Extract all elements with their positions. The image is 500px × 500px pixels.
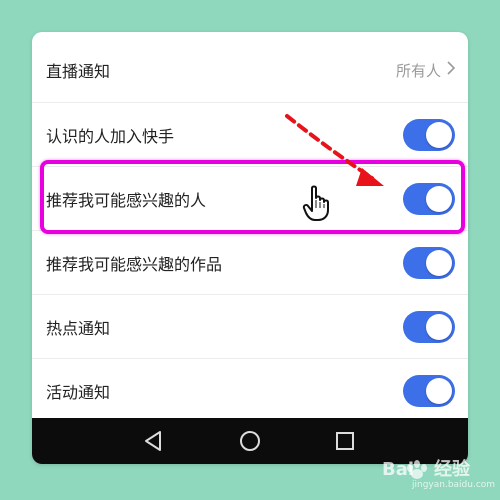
row-label: 热点通知: [46, 318, 111, 338]
row-label: 推荐我可能感兴趣的人: [46, 190, 207, 210]
toggle-knob: [426, 377, 452, 404]
recent-apps-icon[interactable]: [330, 426, 360, 456]
live-notification-value[interactable]: 所有人: [395, 60, 456, 81]
value-text: 所有人: [395, 61, 441, 80]
hot-notification-toggle[interactable]: [403, 310, 455, 343]
row-recommend-works: 推荐我可能感兴趣的作品: [32, 230, 468, 294]
settings-panel: 直播通知 所有人 认识的人加入快手 推荐我可能感兴趣的人 推荐我可能感兴趣的作品…: [32, 32, 468, 464]
row-hot-notification: 热点通知: [32, 294, 468, 358]
back-icon[interactable]: [138, 426, 168, 456]
chevron-right-icon: [447, 61, 456, 79]
recommend-people-toggle[interactable]: [403, 182, 455, 215]
toggle-knob: [426, 185, 452, 212]
watermark-url: jingyan.baidu.com: [412, 480, 496, 490]
acquaintance-toggle[interactable]: [403, 118, 455, 151]
home-icon[interactable]: [235, 426, 265, 456]
watermark-brand: Bai 经验: [382, 459, 471, 480]
row-recommend-people: 推荐我可能感兴趣的人: [32, 166, 468, 230]
row-label: 直播通知: [46, 62, 111, 81]
row-label: 认识的人加入快手: [46, 126, 175, 146]
recommend-works-toggle[interactable]: [403, 246, 455, 279]
row-live-notification[interactable]: 直播通知 所有人: [32, 38, 468, 102]
toggle-knob: [426, 313, 452, 340]
activity-notification-toggle[interactable]: [403, 374, 455, 407]
row-acquaintance-joined: 认识的人加入快手: [32, 102, 468, 166]
row-label: 推荐我可能感兴趣的作品: [46, 254, 223, 274]
toggle-knob: [426, 249, 452, 276]
row-activity-notification: 活动通知: [32, 358, 468, 422]
toggle-knob: [426, 121, 452, 148]
row-label: 活动通知: [46, 382, 111, 402]
